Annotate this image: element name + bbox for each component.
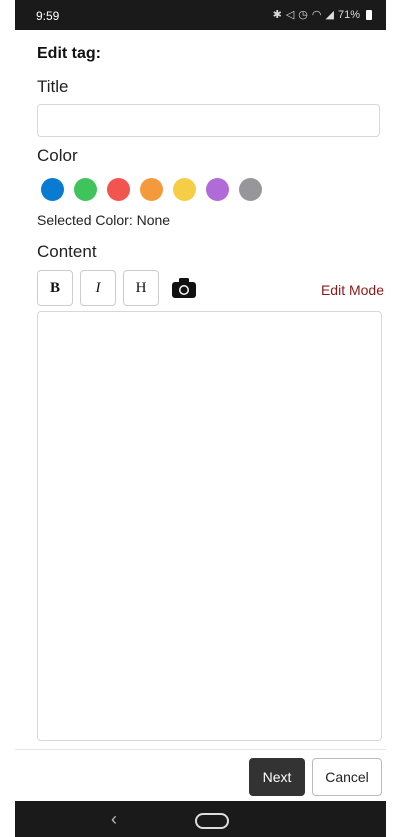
color-swatch-yellow[interactable]	[173, 178, 196, 201]
color-swatch-blue[interactable]	[41, 178, 64, 201]
left-margin	[0, 0, 15, 837]
edit-mode-toggle[interactable]: Edit Mode	[321, 282, 384, 298]
color-picker	[41, 178, 262, 201]
screen: 9:59 ✱ ◁ ◷ ◠ ◢ 71% Edit tag: Title Color…	[0, 0, 401, 837]
bluetooth-icon: ✱	[272, 9, 282, 21]
content-editor[interactable]	[37, 311, 382, 741]
cancel-button[interactable]: Cancel	[312, 758, 382, 796]
battery-level: 71%	[337, 8, 360, 21]
color-swatch-purple[interactable]	[206, 178, 229, 201]
camera-icon[interactable]	[171, 277, 197, 299]
title-label: Title	[37, 77, 69, 96]
bold-button[interactable]: B	[37, 270, 73, 306]
color-label: Color	[37, 146, 78, 165]
heading-button[interactable]: H	[123, 270, 159, 306]
color-swatch-red[interactable]	[107, 178, 130, 201]
right-margin	[386, 0, 401, 837]
title-input[interactable]	[37, 104, 380, 137]
color-swatch-green[interactable]	[74, 178, 97, 201]
mute-icon: ◁	[285, 9, 295, 21]
next-button[interactable]: Next	[249, 758, 305, 796]
system-nav-bar: ‹	[15, 801, 386, 837]
app-window: 9:59 ✱ ◁ ◷ ◠ ◢ 71% Edit tag: Title Color…	[15, 0, 386, 837]
status-bar: 9:59 ✱ ◁ ◷ ◠ ◢ 71%	[15, 0, 386, 30]
italic-button[interactable]: I	[80, 270, 116, 306]
page-title: Edit tag:	[37, 45, 101, 62]
editor-toolbar: B I H Edit Mode	[37, 270, 384, 308]
status-icons: ✱ ◁ ◷ ◠ ◢ 71%	[273, 8, 372, 21]
content-label: Content	[37, 242, 97, 261]
wifi-icon: ◠	[311, 9, 322, 21]
footer-bar: Next Cancel	[15, 749, 386, 802]
home-pill-icon[interactable]	[195, 813, 229, 829]
alarm-icon: ◷	[298, 9, 308, 21]
selected-color-text: Selected Color: None	[37, 212, 171, 228]
signal-icon: ◢	[325, 9, 334, 21]
color-swatch-orange[interactable]	[140, 178, 163, 201]
status-time: 9:59	[36, 9, 60, 23]
back-icon[interactable]: ‹	[111, 809, 117, 830]
battery-icon	[366, 9, 372, 20]
color-swatch-gray[interactable]	[239, 178, 262, 201]
